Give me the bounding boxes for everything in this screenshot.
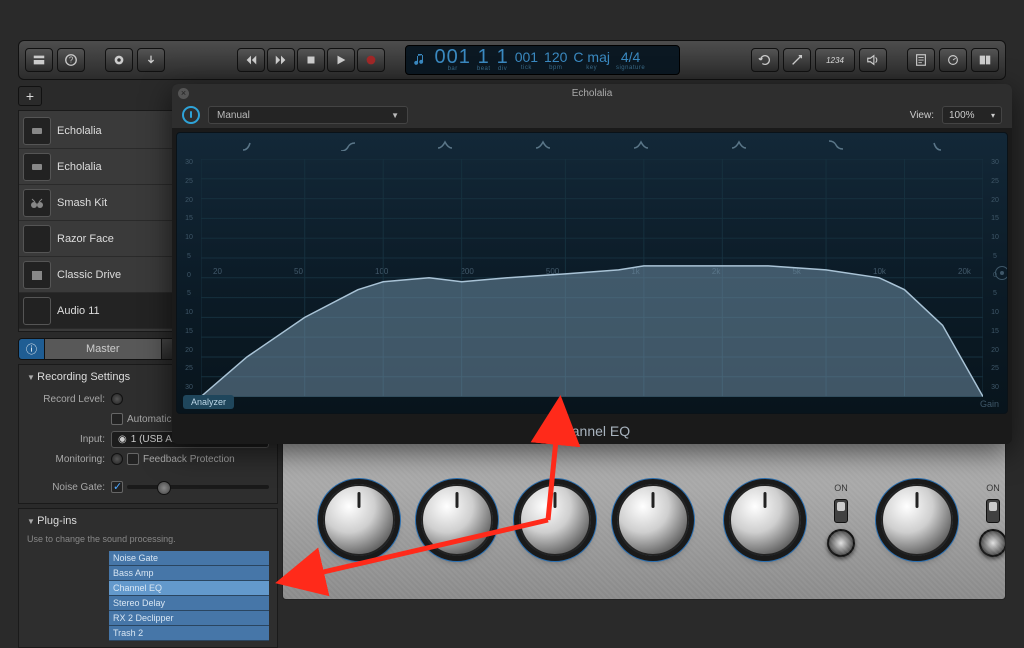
- close-icon[interactable]: ×: [178, 88, 189, 99]
- plugin-title: Echolalia: [572, 88, 613, 99]
- notepad-button[interactable]: [907, 48, 935, 72]
- preset-select[interactable]: Manual▼: [208, 106, 408, 124]
- drumkit-icon: [23, 189, 51, 217]
- amp-knob[interactable]: [323, 484, 395, 556]
- eq-display[interactable]: 30252015105051015202530 3025201510505101…: [176, 132, 1008, 414]
- play-button[interactable]: [327, 48, 355, 72]
- svg-text:?: ?: [69, 56, 74, 65]
- add-track-button[interactable]: +: [18, 86, 42, 106]
- amp-rack: ON ON: [282, 440, 1006, 600]
- band-bell-icon[interactable]: [633, 137, 649, 153]
- gain-label: Gain: [980, 399, 999, 409]
- tuner-button[interactable]: [137, 48, 165, 72]
- stop-button[interactable]: [297, 48, 325, 72]
- eq-curve-chart[interactable]: [201, 159, 983, 397]
- master-vol-button[interactable]: [859, 48, 887, 72]
- plugin-slot[interactable]: Trash 2: [109, 626, 269, 641]
- plugins-desc: Use to change the sound processing.: [27, 533, 269, 545]
- amp-knob[interactable]: [519, 484, 591, 556]
- amp-icon: [23, 261, 51, 289]
- band-highcut-icon[interactable]: [926, 137, 942, 153]
- note-icon: [412, 52, 428, 68]
- noise-gate-slider[interactable]: [127, 485, 269, 489]
- plugin-toolbar: Manual▼ View: 100%▾: [172, 102, 1012, 128]
- left-db-scale: 30252015105051015202530: [179, 159, 199, 391]
- track-icon: [23, 225, 51, 253]
- plugin-slot-list: Noise Gate Bass Amp Channel EQ Stereo De…: [109, 551, 269, 641]
- monitoring-label: Monitoring:: [27, 454, 105, 465]
- amp-knob[interactable]: [881, 484, 953, 556]
- band-highshelf-icon[interactable]: [828, 137, 844, 153]
- gain-handle[interactable]: [995, 266, 1008, 280]
- band-lowshelf-icon[interactable]: [340, 137, 356, 153]
- track-icon: [23, 117, 51, 145]
- record-level-knob[interactable]: [111, 393, 123, 405]
- media-browser-button[interactable]: [971, 48, 999, 72]
- cycle-button[interactable]: [751, 48, 779, 72]
- analyzer-button[interactable]: Analyzer: [183, 395, 234, 409]
- amp-knob[interactable]: [617, 484, 689, 556]
- amp-knob[interactable]: [729, 484, 801, 556]
- track-icon: [23, 297, 51, 325]
- forward-button[interactable]: [267, 48, 295, 72]
- library-button[interactable]: [25, 48, 53, 72]
- counter-mode[interactable]: 1234: [815, 48, 855, 72]
- band-lowcut-icon[interactable]: [242, 137, 258, 153]
- input-label: Input:: [27, 434, 105, 445]
- plugin-slot[interactable]: Bass Amp: [109, 566, 269, 581]
- amp-knob[interactable]: [421, 484, 493, 556]
- info-tab[interactable]: ⓘ: [19, 339, 45, 359]
- plugin-window: × Echolalia Manual▼ View: 100%▾ 30252015…: [172, 84, 1012, 444]
- power-icon[interactable]: [182, 106, 200, 124]
- amp-switch[interactable]: [986, 499, 1000, 523]
- tuner2-button[interactable]: [783, 48, 811, 72]
- amp-switch[interactable]: [834, 499, 848, 523]
- rewind-button[interactable]: [237, 48, 265, 72]
- zoom-select[interactable]: 100%▾: [942, 106, 1002, 124]
- band-bell-icon[interactable]: [731, 137, 747, 153]
- jack-icon: [979, 529, 1006, 557]
- plugin-slot[interactable]: Channel EQ: [109, 581, 269, 596]
- feedback-checkbox[interactable]: [127, 453, 139, 465]
- plugin-titlebar[interactable]: × Echolalia: [172, 84, 1012, 102]
- auto-level-checkbox[interactable]: [111, 413, 123, 425]
- noise-gate-checkbox[interactable]: [111, 481, 123, 493]
- view-label: View:: [910, 110, 934, 121]
- plugin-slot[interactable]: Stereo Delay: [109, 596, 269, 611]
- plugins-heading[interactable]: Plug-ins: [27, 515, 269, 527]
- monitoring-toggle[interactable]: [111, 453, 123, 465]
- main-toolbar: ? 001bar 1beat 1div 001tick 120bpm C maj…: [18, 40, 1006, 80]
- plugin-slot[interactable]: RX 2 Declipper: [109, 611, 269, 626]
- track-icon: [23, 153, 51, 181]
- band-bell-icon[interactable]: [437, 137, 453, 153]
- plugin-slot[interactable]: Noise Gate: [109, 551, 269, 566]
- record-level-label: Record Level:: [27, 394, 105, 405]
- countoff-button[interactable]: [105, 48, 133, 72]
- jack-icon: [827, 529, 855, 557]
- master-tab[interactable]: Master: [45, 339, 162, 359]
- lcd-display[interactable]: 001bar 1beat 1div 001tick 120bpm C majke…: [405, 45, 680, 75]
- plugins-panel: Plug-ins Use to change the sound process…: [18, 508, 278, 648]
- loop-browser-button[interactable]: [939, 48, 967, 72]
- help-button[interactable]: ?: [57, 48, 85, 72]
- plugin-name-label: Channel EQ: [172, 418, 1012, 444]
- eq-band-icons: [201, 137, 983, 157]
- record-button[interactable]: [357, 48, 385, 72]
- noise-gate-label: Noise Gate:: [27, 482, 105, 493]
- band-bell-icon[interactable]: [535, 137, 551, 153]
